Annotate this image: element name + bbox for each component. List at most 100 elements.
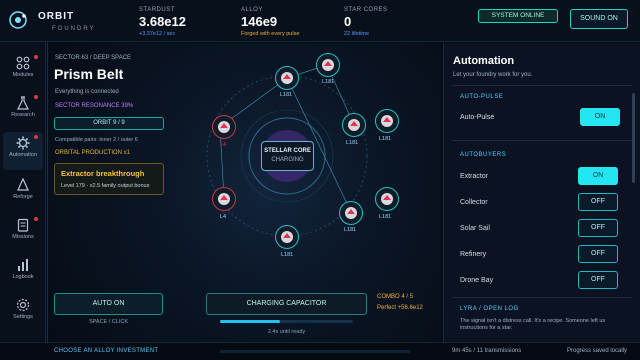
flask-icon	[17, 96, 29, 110]
nav-item-reforge[interactable]: Reforge	[3, 174, 43, 212]
solar-sail-toggle[interactable]: OFF	[578, 219, 618, 237]
extractor-toggle[interactable]: ON	[578, 167, 618, 185]
nav-label: Modules	[12, 72, 34, 78]
orbit-main-panel: SECTOR 63 / DEEP SPACE Prism Belt Everyt…	[47, 43, 441, 342]
module-ship-icon	[345, 207, 357, 219]
charge-capacitor-button[interactable]: CHARGING CAPACITOR	[206, 293, 367, 315]
module-ship-icon	[381, 115, 393, 127]
stellar-core-card[interactable]: STELLAR CORE CHARGING	[261, 141, 314, 171]
notification-dot	[34, 217, 38, 221]
module-node[interactable]	[342, 113, 366, 137]
clipboard-icon	[17, 218, 29, 232]
module-ship-icon	[218, 193, 230, 205]
status-bar: CHOOSE AN ALLOY INVESTMENT 9m 45s / 11 t…	[0, 342, 640, 360]
stat-label: ALLOY	[241, 7, 263, 13]
nav-item-missions[interactable]: Missions	[3, 214, 43, 252]
autobuyer-label: Extractor	[460, 173, 489, 180]
module-node[interactable]	[339, 201, 363, 225]
automation-panel: Automation Let your foundry work for you…	[443, 43, 640, 342]
transmission-progress-track	[220, 350, 410, 353]
module-node[interactable]	[375, 109, 399, 133]
autobuyer-label: Drone Bay	[460, 277, 494, 284]
nav-item-logbook[interactable]: Logbook	[3, 254, 43, 292]
brand-name: ORBIT	[38, 11, 75, 22]
stat-value: 146e9	[241, 14, 278, 29]
collector-toggle[interactable]: OFF	[578, 193, 618, 211]
core-state: CHARGING	[271, 157, 304, 163]
auto-toggle-button[interactable]: AUTO ON	[54, 293, 163, 315]
settings-icon	[16, 298, 30, 312]
nav-item-research[interactable]: Research	[3, 92, 43, 130]
autobuyer-label: Refinery	[460, 251, 487, 258]
module-level: L181	[379, 214, 392, 220]
stat-label: STARDUST	[139, 7, 175, 13]
keyboard-hint: SPACE / CLICK	[88, 319, 129, 325]
module-node[interactable]	[275, 225, 299, 249]
top-bar: ORBIT FOUNDRY STARDUST 3.68e12 +3.37e12 …	[0, 0, 640, 42]
capacitor-progress-fill	[220, 320, 280, 323]
nav-item-settings[interactable]: Settings	[3, 294, 43, 332]
module-node[interactable]	[212, 115, 236, 139]
divider	[452, 297, 632, 298]
autobuyer-label: Solar Sail	[460, 225, 490, 232]
autopulse-toggle[interactable]: ON	[580, 108, 620, 126]
sound-toggle-button[interactable]: SOUND ON	[570, 9, 628, 29]
panel-scrollbar[interactable]	[632, 93, 635, 183]
module-ship-icon	[218, 121, 230, 133]
nav-label: Logbook	[12, 274, 34, 280]
perfect-bonus: Perfect +56.6e12	[377, 305, 423, 311]
automation-title: Automation	[453, 55, 515, 67]
grid-icon	[16, 56, 30, 70]
side-nav: Modules Research Automation Reforge Miss…	[0, 42, 46, 342]
stat-alloy: ALLOY 146e9 Forged with every pulse	[241, 7, 299, 37]
module-node[interactable]	[212, 187, 236, 211]
stat-sub: +3.37e12 / sec	[139, 31, 176, 37]
ready-timer: 2.4s until ready	[267, 329, 306, 335]
module-level: L181	[379, 136, 392, 142]
divider	[452, 140, 632, 141]
module-ship-icon	[281, 231, 293, 243]
stat-value: 0	[344, 14, 352, 29]
alloy-investment-link[interactable]: CHOOSE AN ALLOY INVESTMENT	[54, 348, 158, 354]
drone-bay-toggle[interactable]: OFF	[578, 271, 618, 289]
module-level: L181	[344, 227, 357, 233]
stat-sub: 22 lifetime	[344, 31, 370, 37]
autobuyer-label: Collector	[460, 199, 488, 206]
nav-label: Reforge	[13, 194, 33, 200]
module-level: L181	[281, 252, 294, 258]
brand-subtitle: FOUNDRY	[52, 26, 96, 32]
stat-stardust: STARDUST 3.68e12 +3.37e12 / sec	[139, 7, 186, 37]
module-node[interactable]	[316, 53, 340, 77]
module-ship-icon	[348, 119, 360, 131]
nav-label: Missions	[12, 234, 34, 240]
stat-value: 3.68e12	[139, 14, 186, 29]
automation-subtitle: Let your foundry work for you.	[453, 72, 533, 78]
module-level: L4	[220, 214, 227, 220]
orbit-logo-icon	[9, 11, 27, 29]
autopulse-label: Auto-Pulse	[460, 114, 495, 121]
module-level: L181	[346, 140, 359, 146]
module-node[interactable]	[275, 66, 299, 90]
reforge-icon	[17, 178, 29, 191]
notification-dot	[34, 135, 38, 139]
stat-label: STAR CORES	[344, 7, 388, 13]
section-autobuyers: AUTOBUYERS	[460, 152, 507, 158]
nav-item-modules[interactable]: Modules	[3, 52, 43, 90]
nav-item-automation[interactable]: Automation	[3, 132, 43, 170]
module-level: L181	[280, 92, 293, 98]
nav-label: Settings	[13, 314, 33, 320]
nav-label: Research	[11, 112, 35, 118]
transmission-timer: 9m 45s / 11 transmissions	[452, 348, 522, 354]
gear-icon	[16, 136, 30, 150]
nav-label: Automation	[9, 152, 37, 158]
combo-counter: COMBO 4 / 5	[377, 294, 414, 300]
refinery-toggle[interactable]: OFF	[578, 245, 618, 263]
section-auto-pulse: AUTO-PULSE	[460, 94, 504, 100]
stat-sub: Forged with every pulse	[241, 31, 300, 37]
module-ship-icon	[381, 193, 393, 205]
module-node[interactable]	[375, 187, 399, 211]
module-level: L4	[220, 142, 227, 148]
save-status: Progress saved locally	[567, 348, 628, 354]
module-level: L181	[322, 79, 335, 85]
capacitor-progress-track	[220, 320, 353, 323]
